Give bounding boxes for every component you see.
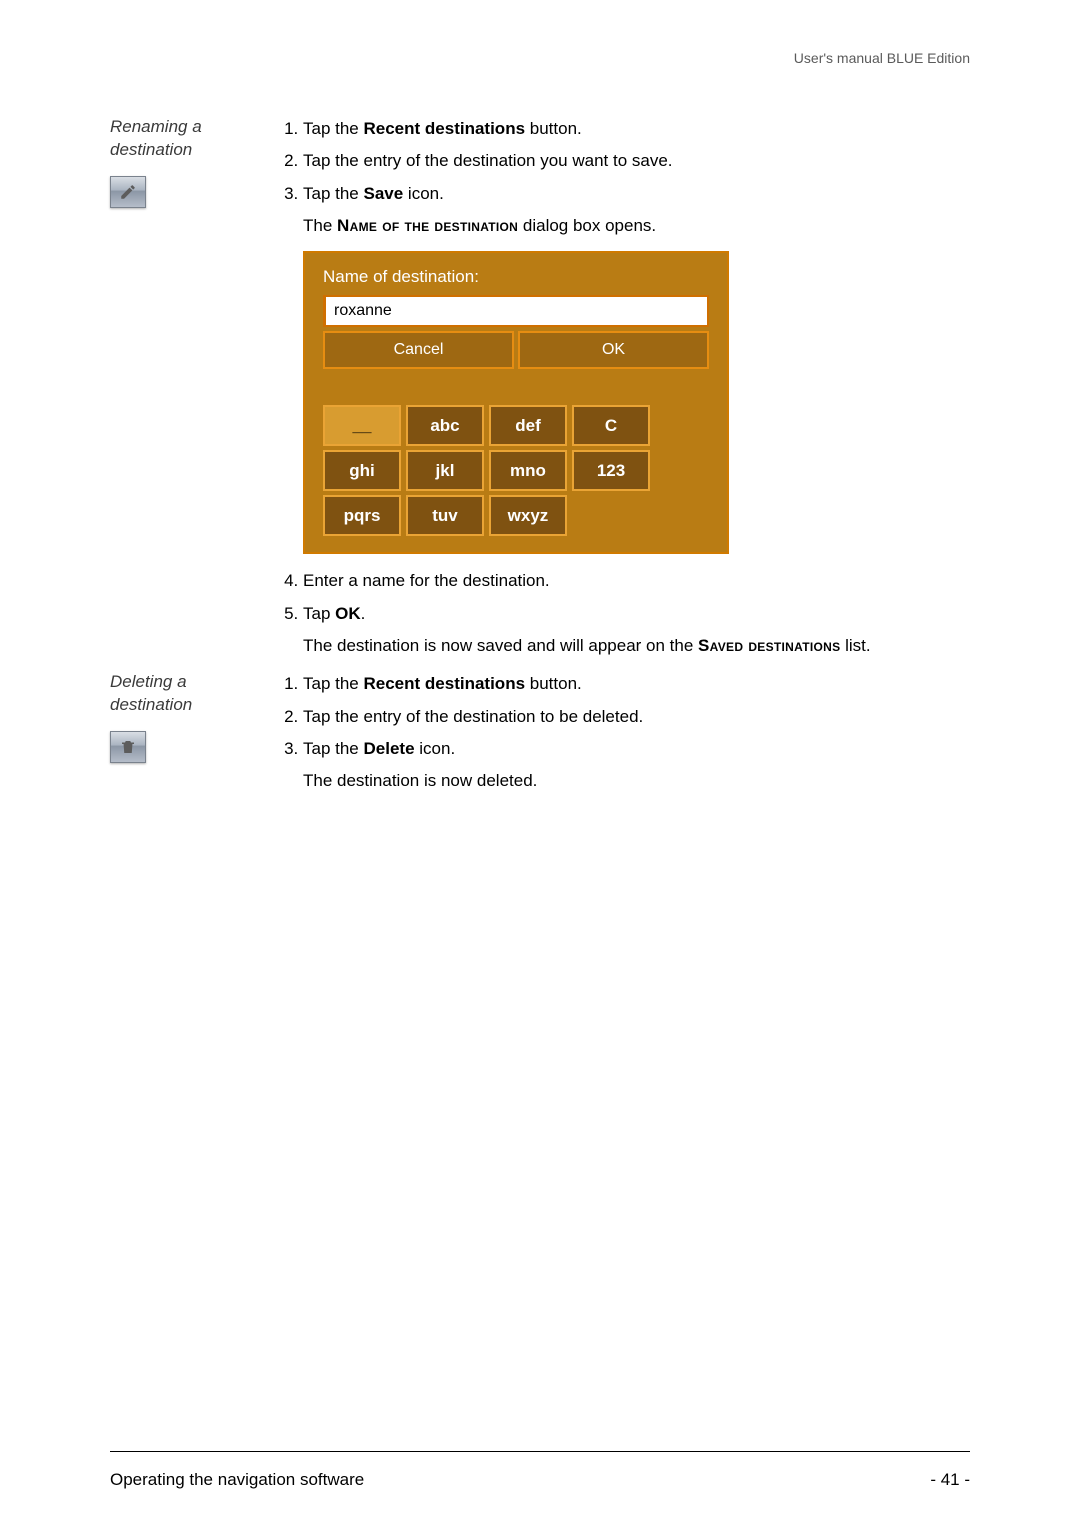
step-delete-2: Tap the entry of the destination to be d… [303,704,970,730]
margin-label-del-line2: destination [110,695,192,714]
key-underscore[interactable]: __ [323,405,401,446]
step-rename-5: Tap OK. [303,601,970,627]
step-rename-2: Tap the entry of the destination you wan… [303,148,970,174]
key-ghi[interactable]: ghi [323,450,401,491]
step-delete-3: Tap the Delete icon. [303,736,970,762]
step-delete-1: Tap the Recent destinations button. [303,671,970,697]
trash-icon-button[interactable] [110,731,146,763]
key-abc[interactable]: abc [406,405,484,446]
dialog-screenshot: Name of destination: Cancel OK __ abc de… [303,251,729,554]
key-clear[interactable]: C [572,405,650,446]
key-jkl[interactable]: jkl [406,450,484,491]
key-123[interactable]: 123 [572,450,650,491]
key-wxyz[interactable]: wxyz [489,495,567,536]
key-def[interactable]: def [489,405,567,446]
header-right: User's manual BLUE Edition [110,50,970,66]
dialog-title: Name of destination: [323,267,709,287]
delete-subtext: The destination is now deleted. [303,768,970,794]
key-mno[interactable]: mno [489,450,567,491]
step-rename-3: Tap the Save icon. [303,181,970,207]
cancel-button[interactable]: Cancel [323,331,514,369]
margin-label-line2: destination [110,140,192,159]
pencil-icon-button[interactable] [110,176,146,208]
destination-name-input[interactable] [323,295,709,327]
step3-subtext: The Name of the destination dialog box o… [303,213,970,239]
step5-subtext: The destination is now saved and will ap… [303,633,970,659]
margin-label-rename: Renaming a destination [110,116,275,162]
footer-left: Operating the navigation software [110,1470,364,1490]
key-pqrs[interactable]: pqrs [323,495,401,536]
margin-label-delete: Deleting a destination [110,671,275,717]
margin-label-del-line1: Deleting a [110,672,187,691]
pencil-icon [119,183,137,201]
trash-icon [119,738,137,756]
step-rename-4: Enter a name for the destination. [303,568,970,594]
key-tuv[interactable]: tuv [406,495,484,536]
margin-label-line1: Renaming a [110,117,202,136]
ok-button[interactable]: OK [518,331,709,369]
footer-page-number: - 41 - [930,1470,970,1490]
step-rename-1: Tap the Recent destinations button. [303,116,970,142]
keypad: __ abc def C ghi jkl mno 123 pqrs tuv [323,405,709,536]
footer-divider [110,1451,970,1452]
